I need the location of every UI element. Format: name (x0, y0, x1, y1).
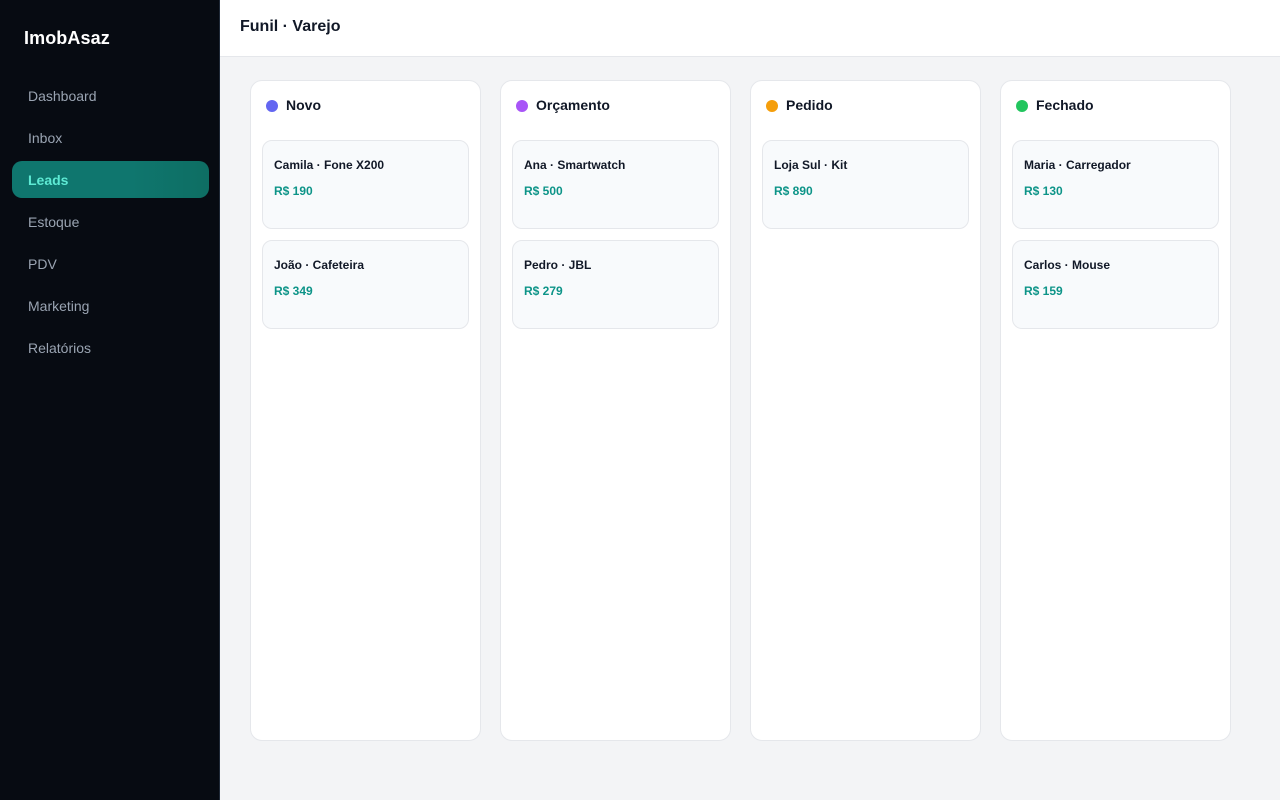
top-bar: Funil · Varejo (220, 0, 1280, 57)
sidebar-item-label: Dashboard (28, 87, 97, 104)
sidebar-item-marketing[interactable]: Marketing (12, 287, 209, 324)
column-header: Novo (266, 97, 321, 113)
card-price: R$ 279 (524, 284, 563, 298)
column-header: Pedido (766, 97, 833, 113)
sidebar-item-label: PDV (28, 255, 57, 272)
card-title: Ana · Smartwatch (524, 158, 626, 172)
card-price: R$ 500 (524, 184, 563, 198)
column-pedido: Pedido Loja Sul · Kit R$ 890 (750, 80, 981, 741)
column-title: Orçamento (536, 97, 610, 113)
status-dot-icon (1016, 100, 1028, 112)
card-title: Pedro · JBL (524, 258, 592, 272)
lead-card[interactable]: Loja Sul · Kit R$ 890 (762, 140, 969, 229)
lead-card[interactable]: Pedro · JBL R$ 279 (512, 240, 719, 329)
sidebar: ImobAsaz Dashboard Inbox Leads Estoque P… (0, 0, 220, 800)
column-header: Orçamento (516, 97, 610, 113)
card-title: João · Cafeteira (274, 258, 365, 272)
lead-card[interactable]: Maria · Carregador R$ 130 (1012, 140, 1219, 229)
sidebar-item-label: Inbox (28, 129, 63, 146)
column-header: Fechado (1016, 97, 1094, 113)
sidebar-item-label: Leads (28, 171, 69, 188)
column-fechado: Fechado Maria · Carregador R$ 130 Carlos… (1000, 80, 1231, 741)
sidebar-item-inbox[interactable]: Inbox (12, 119, 209, 156)
sidebar-item-estoque[interactable]: Estoque (12, 203, 209, 240)
sidebar-item-pdv[interactable]: PDV (12, 245, 209, 282)
lead-card[interactable]: Ana · Smartwatch R$ 500 (512, 140, 719, 229)
card-title: Loja Sul · Kit (774, 158, 848, 172)
lead-card[interactable]: Camila · Fone X200 R$ 190 (262, 140, 469, 229)
status-dot-icon (516, 100, 528, 112)
lead-card[interactable]: Carlos · Mouse R$ 159 (1012, 240, 1219, 329)
card-price: R$ 130 (1024, 184, 1063, 198)
page-title: Funil · Varejo (240, 18, 341, 35)
column-title: Novo (286, 97, 321, 113)
sidebar-item-relatorios[interactable]: Relatórios (12, 329, 209, 366)
status-dot-icon (266, 100, 278, 112)
card-price: R$ 890 (774, 184, 813, 198)
column-orcamento: Orçamento Ana · Smartwatch R$ 500 Pedro … (500, 80, 731, 741)
brand-logo: ImobAsaz (24, 28, 110, 48)
sidebar-item-dashboard[interactable]: Dashboard (12, 77, 209, 114)
card-price: R$ 159 (1024, 284, 1063, 298)
card-price: R$ 190 (274, 184, 313, 198)
sidebar-item-label: Marketing (28, 297, 90, 314)
card-price: R$ 349 (274, 284, 313, 298)
column-novo: Novo Camila · Fone X200 R$ 190 João · Ca… (250, 80, 481, 741)
column-title: Pedido (786, 97, 833, 113)
sidebar-item-leads[interactable]: Leads (12, 161, 209, 198)
column-title: Fechado (1036, 97, 1094, 113)
card-title: Camila · Fone X200 (274, 158, 385, 172)
sidebar-item-label: Estoque (28, 213, 80, 230)
card-title: Carlos · Mouse (1024, 258, 1111, 272)
sidebar-nav: Dashboard Inbox Leads Estoque PDV Market… (12, 77, 209, 371)
sidebar-item-label: Relatórios (28, 339, 92, 356)
card-title: Maria · Carregador (1024, 158, 1131, 172)
lead-card[interactable]: João · Cafeteira R$ 349 (262, 240, 469, 329)
status-dot-icon (766, 100, 778, 112)
